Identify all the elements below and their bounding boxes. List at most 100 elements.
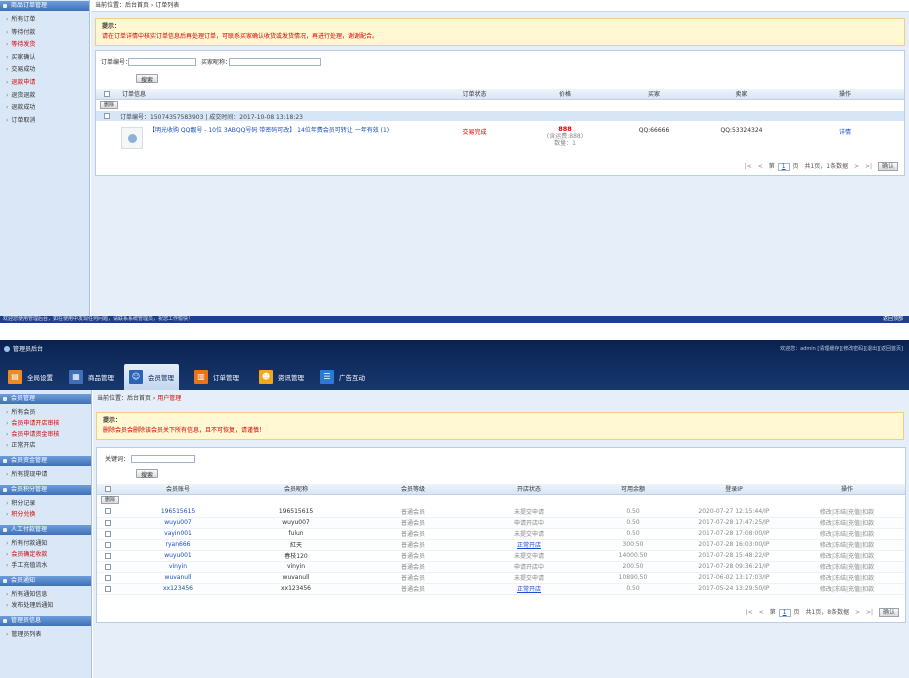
sidebar-section-header[interactable]: 会员积分管理 bbox=[0, 485, 91, 495]
sidebar-item[interactable]: › 买家确认 bbox=[0, 52, 89, 65]
sidebar-item[interactable]: › 会员申请资金审核 bbox=[0, 429, 91, 440]
sidebar-item[interactable]: › 所有通知信息 bbox=[0, 589, 91, 600]
select-all-checkbox[interactable] bbox=[96, 89, 118, 100]
row-action-link[interactable]: 充值 bbox=[848, 553, 860, 560]
row-action-link[interactable]: 修改 bbox=[820, 553, 832, 560]
product-title-link[interactable]: 【明光收购 QQ靓号 - 10位 3ABQQ号码 带密码可改】 14位年费会员可… bbox=[149, 127, 389, 135]
buyer-input[interactable] bbox=[229, 58, 321, 66]
row-action-link[interactable]: 冻结 bbox=[834, 564, 846, 571]
member-account-link[interactable]: vinyin bbox=[119, 561, 237, 573]
row-action-link[interactable]: 冻结 bbox=[834, 553, 846, 560]
sidebar-item[interactable]: › 等待发货 bbox=[0, 39, 89, 52]
sidebar-item[interactable]: › 订单取消 bbox=[0, 115, 89, 128]
order-no-input[interactable] bbox=[128, 58, 196, 66]
sidebar-item[interactable]: › 会员申请开店审核 bbox=[0, 418, 91, 429]
sidebar-item[interactable]: › 交易成功 bbox=[0, 64, 89, 77]
row-action-link[interactable]: 充值 bbox=[848, 564, 860, 571]
search-button[interactable]: 搜索 bbox=[136, 469, 159, 479]
row-action-link[interactable]: 充值 bbox=[848, 509, 860, 516]
nav-tab[interactable]: ☰ 广告互动 bbox=[315, 364, 370, 390]
row-action-link[interactable]: 修改 bbox=[820, 542, 832, 549]
sidebar-item[interactable]: › 退款申请 bbox=[0, 77, 89, 90]
delete-button[interactable]: 删除 bbox=[100, 101, 119, 110]
prev-page-button[interactable]: < bbox=[758, 163, 763, 170]
member-account-link[interactable]: wuyu001 bbox=[119, 550, 237, 562]
row-checkbox[interactable] bbox=[97, 583, 119, 595]
sidebar-item[interactable]: › 所有提现申请 bbox=[0, 469, 91, 480]
product-thumbnail[interactable] bbox=[121, 127, 143, 149]
keyword-input[interactable] bbox=[131, 455, 195, 463]
sidebar-header-orders[interactable]: 商品订单管理 bbox=[0, 1, 89, 11]
next-page-button[interactable]: > bbox=[854, 163, 859, 170]
nav-tab[interactable]: ☻ 资讯管理 bbox=[254, 364, 309, 390]
logout-link[interactable]: [退出] bbox=[865, 346, 879, 352]
row-action-link[interactable]: 充值 bbox=[848, 586, 860, 593]
order-checkbox[interactable] bbox=[96, 111, 118, 121]
change-password-link[interactable]: [修改密码] bbox=[841, 346, 865, 352]
nav-tab[interactable]: ▤ 全局设置 bbox=[3, 364, 58, 390]
row-checkbox[interactable] bbox=[97, 550, 119, 562]
row-action-link[interactable]: 冻结 bbox=[834, 531, 846, 538]
nav-tab[interactable]: ▦ 商品管理 bbox=[64, 364, 119, 390]
breadcrumb-current[interactable]: 用户管理 bbox=[157, 395, 181, 402]
last-page-button[interactable]: >| bbox=[866, 609, 873, 616]
member-account-link[interactable]: wuyu007 bbox=[119, 517, 237, 529]
row-action-link[interactable]: 修改 bbox=[820, 520, 832, 527]
sidebar-section-header[interactable]: 会员通知 bbox=[0, 576, 91, 586]
row-action-link[interactable]: 修改 bbox=[820, 575, 832, 582]
clear-cache-link[interactable]: [清理缓存] bbox=[817, 346, 841, 352]
sidebar-item[interactable]: › 退货退款 bbox=[0, 90, 89, 103]
next-page-button[interactable]: > bbox=[855, 609, 860, 616]
page-confirm-button[interactable]: 确认 bbox=[878, 608, 899, 617]
row-action-link[interactable]: 扣款 bbox=[862, 520, 874, 527]
row-action-link[interactable]: 修改 bbox=[820, 586, 832, 593]
sidebar-item[interactable]: › 手工充值流水 bbox=[0, 560, 91, 571]
row-action-link[interactable]: 扣款 bbox=[862, 575, 874, 582]
sidebar-item[interactable]: › 退款成功 bbox=[0, 102, 89, 115]
row-action-link[interactable]: 扣款 bbox=[862, 531, 874, 538]
nav-tab[interactable]: ☺ 会员管理 bbox=[124, 364, 179, 390]
shop-status[interactable]: 正常开店 bbox=[471, 539, 587, 551]
first-page-button[interactable]: |< bbox=[746, 609, 753, 616]
sidebar-item[interactable]: › 所有会员 bbox=[0, 407, 91, 418]
row-action-link[interactable]: 冻结 bbox=[834, 586, 846, 593]
nav-tab[interactable]: ▥ 订单管理 bbox=[189, 364, 244, 390]
member-account-link[interactable]: vayin001 bbox=[119, 528, 237, 540]
member-account-link[interactable]: ryan666 bbox=[119, 539, 237, 551]
sidebar-item[interactable]: › 发布处理后通知 bbox=[0, 600, 91, 611]
row-action-link[interactable]: 修改 bbox=[820, 531, 832, 538]
back-to-top-link[interactable]: 返回顶部 bbox=[883, 316, 903, 323]
row-action-link[interactable]: 冻结 bbox=[834, 520, 846, 527]
row-action-link[interactable]: 冻结 bbox=[834, 575, 846, 582]
sidebar-item[interactable]: › 管理员列表 bbox=[0, 629, 91, 640]
row-checkbox[interactable] bbox=[97, 506, 119, 518]
order-detail-link[interactable]: 详情 bbox=[786, 121, 904, 157]
last-page-button[interactable]: >| bbox=[865, 163, 872, 170]
row-action-link[interactable]: 扣款 bbox=[862, 553, 874, 560]
row-action-link[interactable]: 修改 bbox=[820, 564, 832, 571]
home-link[interactable]: [返回首页] bbox=[879, 346, 903, 352]
sidebar-section-header[interactable]: 会员管理 bbox=[0, 394, 91, 404]
sidebar-item[interactable]: › 积分兑换 bbox=[0, 509, 91, 520]
select-all-checkbox[interactable] bbox=[97, 484, 119, 495]
shop-status[interactable]: 正常开店 bbox=[471, 583, 587, 595]
row-action-link[interactable]: 扣款 bbox=[862, 564, 874, 571]
row-action-link[interactable]: 充值 bbox=[848, 575, 860, 582]
sidebar-item[interactable]: › 会员确定收款 bbox=[0, 549, 91, 560]
row-action-link[interactable]: 冻结 bbox=[834, 542, 846, 549]
row-action-link[interactable]: 扣款 bbox=[862, 542, 874, 549]
member-account-link[interactable]: wuvanull bbox=[119, 572, 237, 584]
row-action-link[interactable]: 充值 bbox=[848, 531, 860, 538]
row-action-link[interactable]: 冻结 bbox=[834, 509, 846, 516]
prev-page-button[interactable]: < bbox=[759, 609, 764, 616]
breadcrumb-current[interactable]: 订单列表 bbox=[155, 2, 179, 9]
first-page-button[interactable]: |< bbox=[745, 163, 752, 170]
row-action-link[interactable]: 扣款 bbox=[862, 586, 874, 593]
sidebar-section-header[interactable]: 人工付款管理 bbox=[0, 525, 91, 535]
row-action-link[interactable]: 充值 bbox=[848, 520, 860, 527]
row-checkbox[interactable] bbox=[97, 517, 119, 529]
row-checkbox[interactable] bbox=[97, 561, 119, 573]
sidebar-item[interactable]: › 等待付款 bbox=[0, 27, 89, 40]
row-checkbox[interactable] bbox=[97, 528, 119, 540]
page-confirm-button[interactable]: 确认 bbox=[877, 162, 898, 171]
